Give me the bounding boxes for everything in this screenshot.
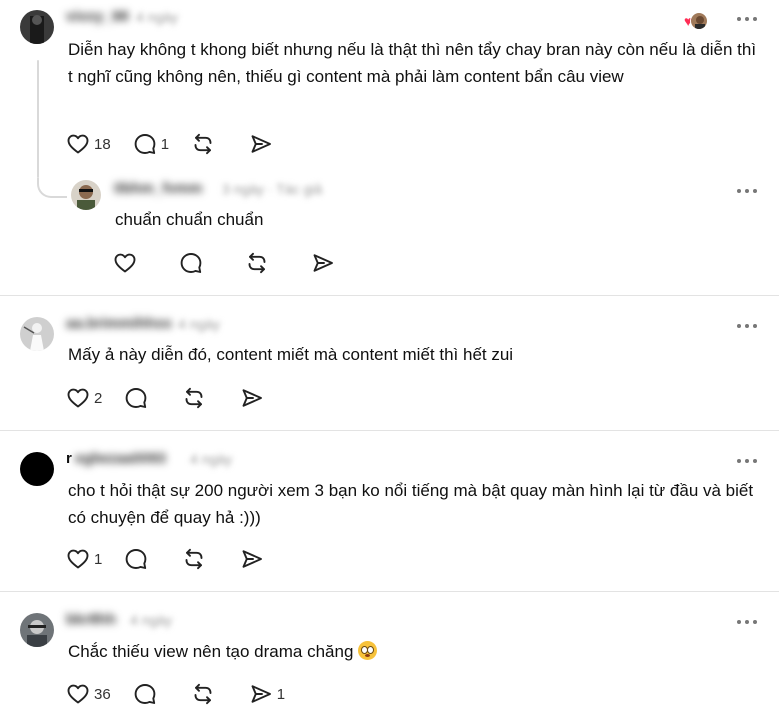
avatar[interactable] xyxy=(20,452,54,486)
comment-button[interactable] xyxy=(124,386,160,410)
like-button[interactable] xyxy=(113,251,149,275)
heart-icon xyxy=(113,251,137,275)
timestamp-blurred: 4 ngày xyxy=(136,9,179,25)
post-text: cho t hỏi thật sự 200 người xem 3 bạn ko… xyxy=(68,481,754,527)
reply-text: chuẩn chuẩn chuẩn xyxy=(115,210,264,229)
repost-icon xyxy=(182,386,206,410)
share-icon xyxy=(240,386,264,410)
more-options-button[interactable] xyxy=(737,458,757,464)
comment-button[interactable]: 1 xyxy=(133,132,169,156)
username-blurred[interactable]: aa.brimmihhss xyxy=(66,315,172,332)
heart-icon xyxy=(66,386,90,410)
username-blurred[interactable]: eglwzaa0093 xyxy=(75,450,166,467)
repost-button[interactable] xyxy=(191,132,227,156)
comment-button[interactable] xyxy=(133,682,169,706)
avatar[interactable] xyxy=(20,317,54,351)
comment-icon xyxy=(133,132,157,156)
share-icon xyxy=(249,132,273,156)
more-icon xyxy=(737,459,741,463)
more-options-button[interactable] xyxy=(737,323,757,329)
comment-icon xyxy=(133,682,157,706)
comment-button[interactable] xyxy=(124,547,160,571)
reply-avatar[interactable] xyxy=(71,180,101,210)
heart-icon xyxy=(66,682,90,706)
more-icon xyxy=(737,324,741,328)
like-button[interactable]: 2 xyxy=(66,386,102,410)
username-blurred[interactable]: vixxy_98 xyxy=(66,8,129,25)
repost-button[interactable] xyxy=(182,547,218,571)
repost-icon xyxy=(191,132,215,156)
like-button[interactable]: 18 xyxy=(66,132,111,156)
more-options-button[interactable] xyxy=(737,619,757,625)
post-divider xyxy=(0,430,779,431)
heart-icon xyxy=(66,547,90,571)
timestamp-blurred: 4 ngày xyxy=(130,612,173,628)
reply-actions xyxy=(113,251,369,275)
timestamp-blurred: 4 ngày xyxy=(178,316,221,332)
more-icon xyxy=(737,189,741,193)
more-icon xyxy=(737,17,741,21)
avatar[interactable] xyxy=(20,10,54,44)
share-count: 1 xyxy=(276,685,286,703)
post-text: Chắc thiếu view nên tạo drama chăng xyxy=(68,638,758,665)
post-actions: 1 xyxy=(66,547,298,571)
post-actions: 36 1 xyxy=(66,682,307,706)
share-button[interactable]: 1 xyxy=(249,682,285,706)
share-icon xyxy=(311,251,335,275)
reply-timestamp-blurred: 3 ngày · Tác giả xyxy=(222,181,323,197)
post-text: Diễn hay không t khong biết nhưng nếu là… xyxy=(68,40,757,86)
face-with-rolling-eyes-emoji xyxy=(358,641,378,660)
repost-icon xyxy=(191,682,215,706)
repost-icon xyxy=(182,547,206,571)
share-icon xyxy=(240,547,264,571)
like-count: 1 xyxy=(94,550,103,568)
like-count: 18 xyxy=(94,135,111,153)
post-actions: 18 1 xyxy=(66,132,307,156)
creator-avatar xyxy=(690,12,709,30)
share-button[interactable] xyxy=(249,132,285,156)
heart-icon xyxy=(66,132,90,156)
post-actions: 2 xyxy=(66,386,298,410)
creator-liked-badge: ♥ xyxy=(684,12,709,30)
post-divider xyxy=(0,591,779,592)
like-count: 2 xyxy=(94,389,103,407)
repost-button[interactable] xyxy=(245,251,281,275)
like-button[interactable]: 36 xyxy=(66,682,111,706)
share-icon xyxy=(249,682,273,706)
username-blurred[interactable]: bkr8hh xyxy=(66,611,116,628)
share-button[interactable] xyxy=(240,547,276,571)
reply-username-blurred[interactable]: 0bhm_fvmm xyxy=(114,180,202,197)
thread-connector xyxy=(37,178,67,198)
comment-icon xyxy=(124,386,148,410)
comment-icon xyxy=(124,547,148,571)
post-divider xyxy=(0,295,779,296)
repost-button[interactable] xyxy=(191,682,227,706)
comment-icon xyxy=(179,251,203,275)
avatar[interactable] xyxy=(20,613,54,647)
timestamp-blurred: 4 ngày xyxy=(190,451,233,467)
share-button[interactable] xyxy=(240,386,276,410)
comment-count: 1 xyxy=(160,135,170,153)
thread-line xyxy=(37,60,39,178)
post-text: Mấy ả này diễn đó, content miết mà conte… xyxy=(68,345,514,364)
username-visible-prefix[interactable]: r xyxy=(66,450,72,467)
share-button[interactable] xyxy=(311,251,347,275)
like-count: 36 xyxy=(94,685,111,703)
repost-button[interactable] xyxy=(182,386,218,410)
post-text-content: Chắc thiếu view nên tạo drama chăng xyxy=(68,642,354,661)
more-icon xyxy=(737,620,741,624)
comment-button[interactable] xyxy=(179,251,215,275)
reply-more-options-button[interactable] xyxy=(737,188,757,194)
repost-icon xyxy=(245,251,269,275)
more-options-button[interactable] xyxy=(737,16,757,22)
like-button[interactable]: 1 xyxy=(66,547,102,571)
